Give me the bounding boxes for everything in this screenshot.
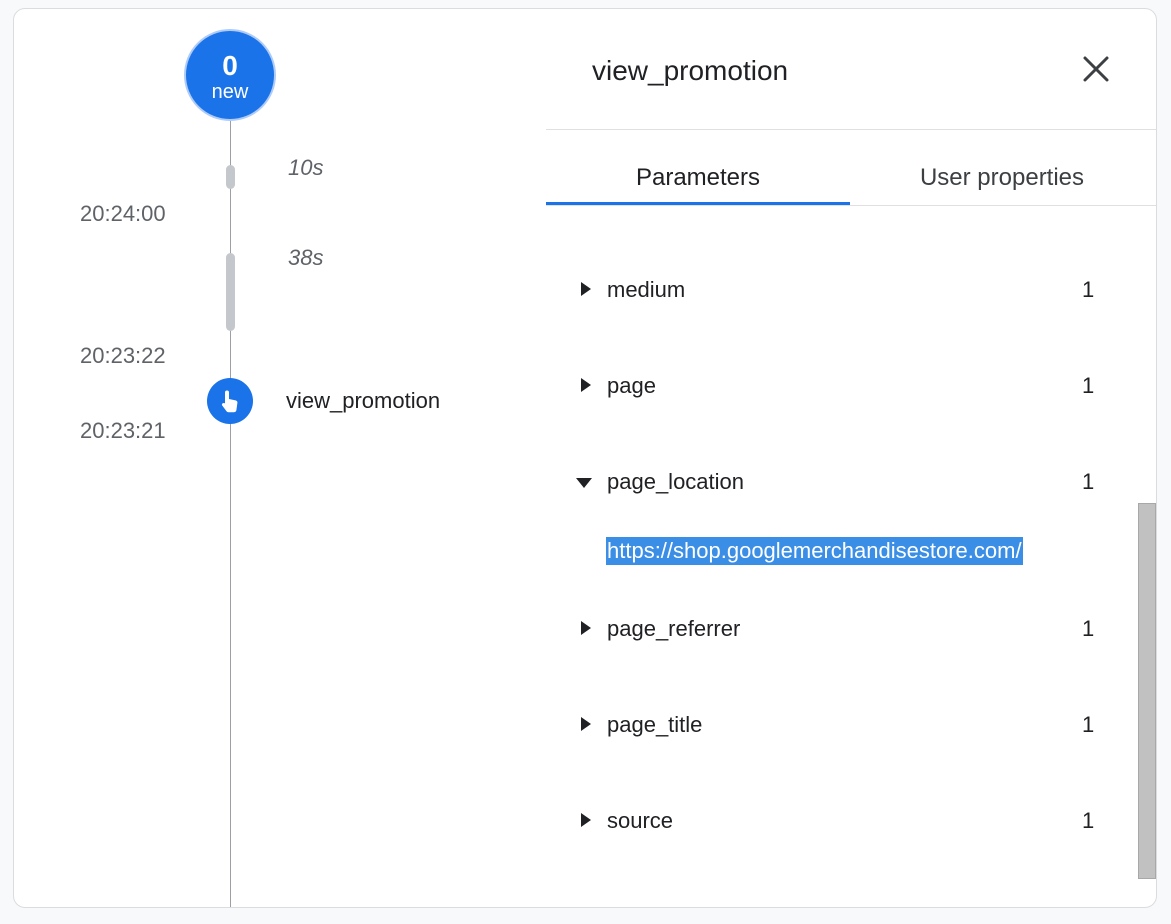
param-name: source bbox=[607, 808, 674, 833]
param-name: medium bbox=[607, 277, 686, 302]
param-name: page_referrer bbox=[607, 616, 741, 641]
new-events-bubble[interactable]: 0 new bbox=[184, 29, 276, 121]
event-details-panel: view_promotion Parameters User propertie… bbox=[546, 9, 1156, 907]
param-row-page-title[interactable]: page_title 1 bbox=[546, 706, 1146, 746]
details-tabs: Parameters User properties bbox=[546, 149, 1156, 206]
tab-label: User properties bbox=[919, 164, 1085, 191]
param-count: 1 bbox=[1082, 712, 1095, 737]
param-count: 1 bbox=[1082, 904, 1094, 907]
param-value-url[interactable]: https://shop.googlemerchandisestore.com/ bbox=[606, 537, 1023, 565]
active-tab-indicator bbox=[546, 202, 850, 205]
debug-view-card: 0 new 10s 20:24:00 38s 20:23:22 view_pro… bbox=[13, 8, 1157, 908]
caret-right-icon bbox=[581, 621, 591, 635]
timestamp: 20:23:22 bbox=[80, 343, 166, 368]
param-name: page_location bbox=[607, 469, 745, 494]
caret-right-icon bbox=[581, 813, 591, 827]
param-count: 1 bbox=[1082, 373, 1095, 398]
param-row-page[interactable]: page 1 bbox=[546, 367, 1146, 407]
panel-title: view_promotion bbox=[592, 55, 789, 86]
param-count: 1 bbox=[1082, 277, 1095, 302]
param-row-term[interactable]: term 1 bbox=[546, 898, 1146, 907]
time-gap-label: 38s bbox=[288, 245, 324, 270]
caret-right-icon bbox=[581, 378, 591, 392]
caret-right-icon bbox=[581, 282, 591, 296]
touch-hand-glyph bbox=[221, 390, 238, 413]
new-events-count: 0 bbox=[222, 50, 238, 81]
time-gap-bar bbox=[226, 253, 235, 331]
new-events-label: new bbox=[211, 81, 249, 103]
event-timeline: 0 new 10s 20:24:00 38s 20:23:22 view_pro… bbox=[14, 9, 546, 907]
time-gap-label: 10s bbox=[288, 155, 324, 180]
parameter-list: medium 1 page 1 page_location 1 https://… bbox=[546, 207, 1156, 907]
tab-parameters[interactable]: Parameters bbox=[546, 149, 850, 206]
tab-user-properties[interactable]: User properties bbox=[850, 149, 1154, 206]
param-name: page bbox=[607, 373, 656, 398]
close-icon bbox=[1083, 56, 1109, 82]
header-divider bbox=[546, 129, 1156, 130]
timestamp: 20:23:21 bbox=[80, 418, 166, 443]
param-count: 1 bbox=[1082, 469, 1095, 494]
scrollbar-thumb[interactable] bbox=[1138, 503, 1156, 879]
timestamp: 20:24:00 bbox=[80, 201, 166, 226]
caret-right-icon bbox=[581, 717, 591, 731]
timeline-line bbox=[230, 119, 231, 907]
close-button[interactable] bbox=[1078, 51, 1114, 87]
param-row-page-location[interactable]: page_location 1 bbox=[546, 463, 1146, 503]
touch-hand-icon[interactable] bbox=[207, 378, 253, 424]
param-row-medium[interactable]: medium 1 bbox=[546, 271, 1146, 311]
param-count: 1 bbox=[1082, 616, 1095, 641]
param-count: 1 bbox=[1082, 808, 1095, 833]
caret-down-icon bbox=[576, 478, 592, 488]
param-name: page_title bbox=[607, 712, 703, 737]
param-row-page-referrer[interactable]: page_referrer 1 bbox=[546, 610, 1146, 650]
time-gap-bar bbox=[226, 165, 235, 189]
param-row-source[interactable]: source 1 bbox=[546, 802, 1146, 842]
tab-label: Parameters bbox=[635, 164, 761, 191]
param-name: term bbox=[607, 904, 651, 907]
timeline-event-name[interactable]: view_promotion bbox=[286, 388, 440, 414]
